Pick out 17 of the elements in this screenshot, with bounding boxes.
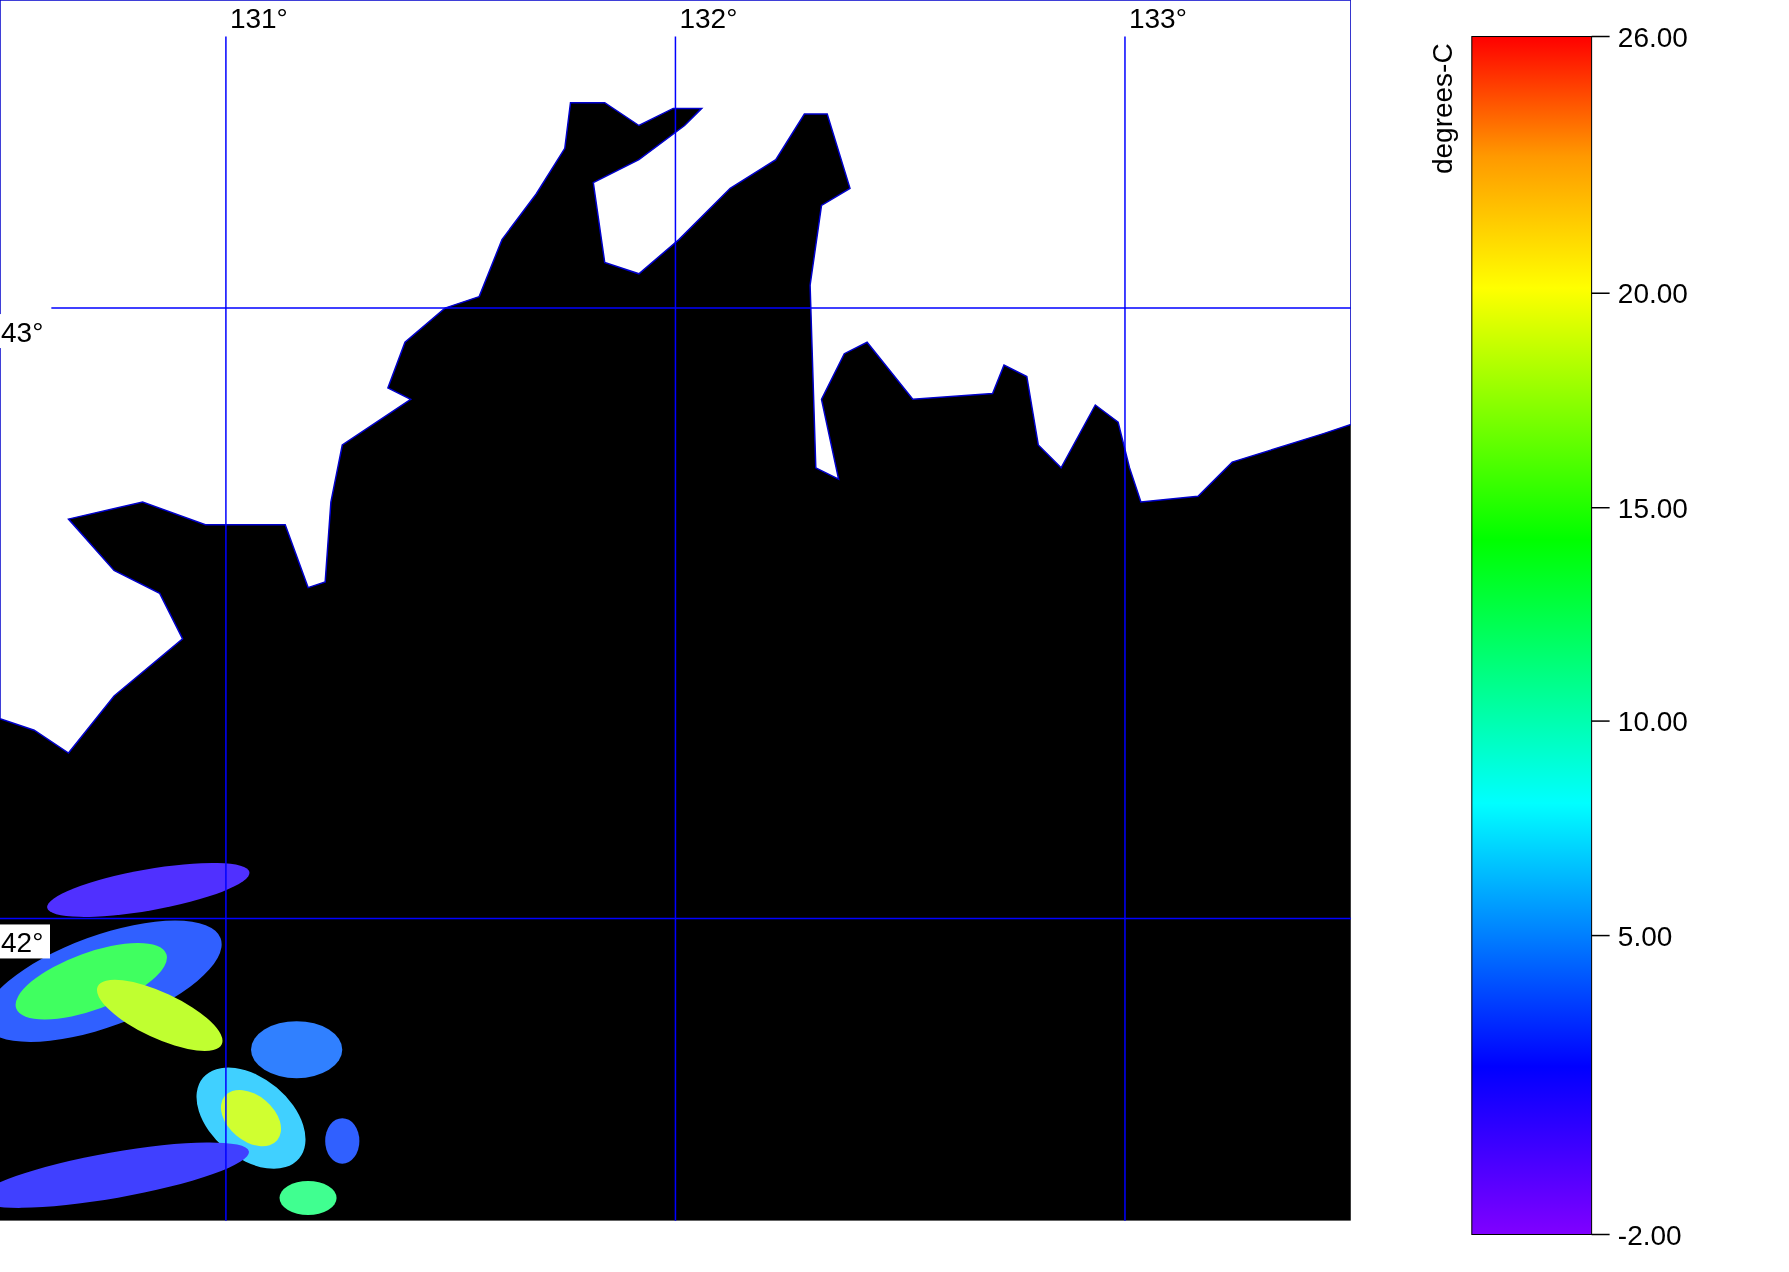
scale-label: 15.00 xyxy=(1617,492,1688,524)
latitude-label: 42° xyxy=(0,924,50,959)
tick-mark xyxy=(1590,934,1611,937)
scale-label: 10.00 xyxy=(1617,706,1688,738)
scale-label: -2.00 xyxy=(1617,1219,1682,1251)
tick-mark xyxy=(1590,292,1611,294)
scale-label: 5.00 xyxy=(1617,920,1673,952)
tick-mark xyxy=(1590,35,1611,38)
tick-mark xyxy=(1590,506,1611,509)
tick-mark xyxy=(1590,1233,1611,1236)
scale-label: 26.00 xyxy=(1617,21,1688,53)
longitude-label: 133° xyxy=(1128,3,1187,34)
longitude-label: 132° xyxy=(679,3,738,34)
scale-title: degrees-C xyxy=(1427,43,1459,175)
tick-mark xyxy=(1590,720,1611,722)
scale-label: 20.00 xyxy=(1617,278,1688,310)
longitude-label: 131° xyxy=(229,3,288,34)
